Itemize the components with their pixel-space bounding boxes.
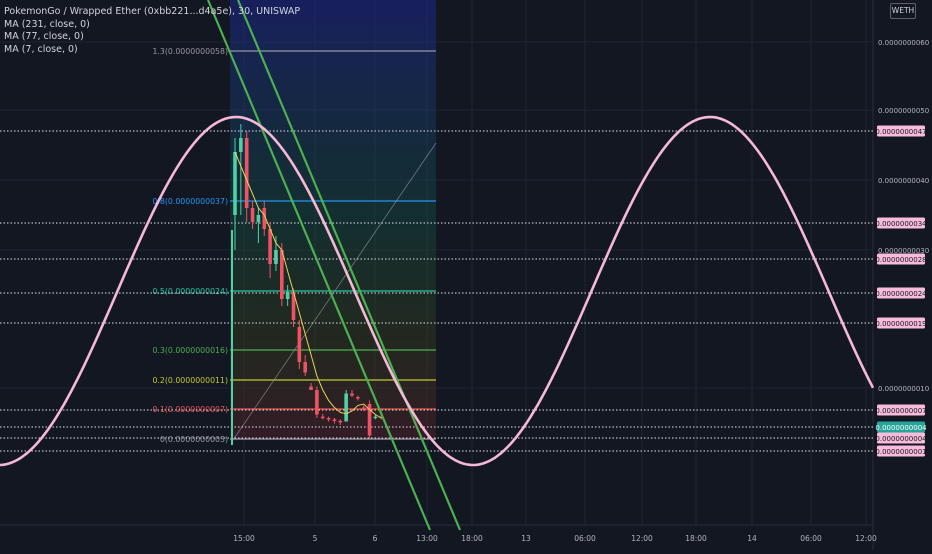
x-axis-tick-label: 13:00 (416, 534, 438, 543)
x-axis-tick-label: 06:00 (800, 534, 822, 543)
legend-ma-231[interactable]: MA (231, close, 0) (4, 19, 300, 32)
candle-body (326, 418, 331, 420)
currency-button[interactable]: WETH (890, 3, 916, 19)
candle-body (285, 292, 290, 299)
candle-body (350, 393, 354, 396)
candle-body (274, 250, 278, 264)
x-axis-tick-label: 06:00 (574, 534, 596, 543)
price-label-text: 0.0000000028 (875, 256, 926, 264)
candle-body (356, 397, 360, 399)
fib-level-label: 0.8(0.0000000037) (152, 197, 228, 206)
x-axis-tick-label: 6 (373, 534, 378, 543)
candle-body (256, 215, 261, 222)
y-axis-tick-label: 0.0000000040 (878, 177, 929, 185)
legend-ma-77[interactable]: MA (77, close, 0) (4, 31, 300, 44)
x-axis-tick-label: 14 (747, 534, 757, 543)
fib-level-label: 0(0.0000000003) (160, 435, 228, 444)
candle-body (373, 416, 378, 419)
legend-symbol-title[interactable]: PokemonGo / Wrapped Ether (0xbb221...d4a… (4, 6, 300, 19)
fib-level-label: 0.5(0.0000000024) (152, 287, 228, 296)
candle-body (280, 250, 284, 299)
x-axis-tick-label: 12:00 (631, 534, 653, 543)
chart-legend: PokemonGo / Wrapped Ether (0xbb221...d4a… (4, 6, 300, 56)
candle-body (297, 327, 302, 362)
price-label-text: 0.0000000019 (875, 320, 926, 328)
y-axis-tick-label: 0.0000000050 (878, 107, 929, 115)
fib-background (230, 0, 436, 440)
candle-body (338, 420, 343, 423)
price-label-text: 0.0000000007 (875, 407, 926, 415)
candle-body (244, 138, 249, 208)
price-label-text: 0.0000000034 (875, 220, 927, 228)
chart-area[interactable]: 1.3(0.0000000058) 0.8(0.0000000037) 0.5(0.… (0, 0, 932, 550)
x-axis-tick-label: 13 (521, 534, 531, 543)
candle-body (315, 390, 319, 415)
price-chart[interactable]: 1.3(0.0000000058)0.8(0.0000000037)0.5(0.… (0, 0, 932, 550)
x-axis-tick-label: 12:00 (855, 534, 877, 543)
y-axis-tick-label: 0.0000000010 (878, 385, 929, 393)
price-label-text: 0.0000000004 (875, 435, 927, 443)
candle-body (239, 138, 243, 152)
x-axis-tick-label: 18:00 (685, 534, 707, 543)
candle-body (320, 416, 325, 419)
price-label-text: 0.0000000001 (875, 448, 926, 456)
candle-body (309, 386, 313, 390)
price-label-text: 0.0000000047 (875, 128, 926, 136)
legend-ma-7[interactable]: MA (7, close, 0) (4, 44, 300, 57)
fib-level-label: 0.2(0.0000000011) (152, 376, 228, 385)
fib-level-label: 0.3(0.0000000016) (152, 346, 228, 355)
candle-body (361, 407, 366, 410)
candle-body (233, 152, 237, 215)
x-axis-tick-label: 5 (313, 534, 318, 543)
candle-body (250, 208, 255, 222)
y-axis-tick-label: 0.0000000060 (878, 39, 929, 47)
x-axis-tick-label: 15:00 (233, 534, 255, 543)
y-axis-tick-label: 0.0000000030 (878, 247, 929, 255)
price-label-text: 0.0000000024 (875, 290, 927, 298)
x-axis-tick-label: 18:00 (461, 534, 483, 543)
candle-body (332, 419, 337, 421)
candle-body (344, 393, 348, 422)
price-label-text: 0.0000000004 (875, 424, 927, 432)
sine-wave-overlay (0, 115, 875, 467)
candle-body (303, 362, 307, 373)
candle-body (268, 229, 272, 264)
